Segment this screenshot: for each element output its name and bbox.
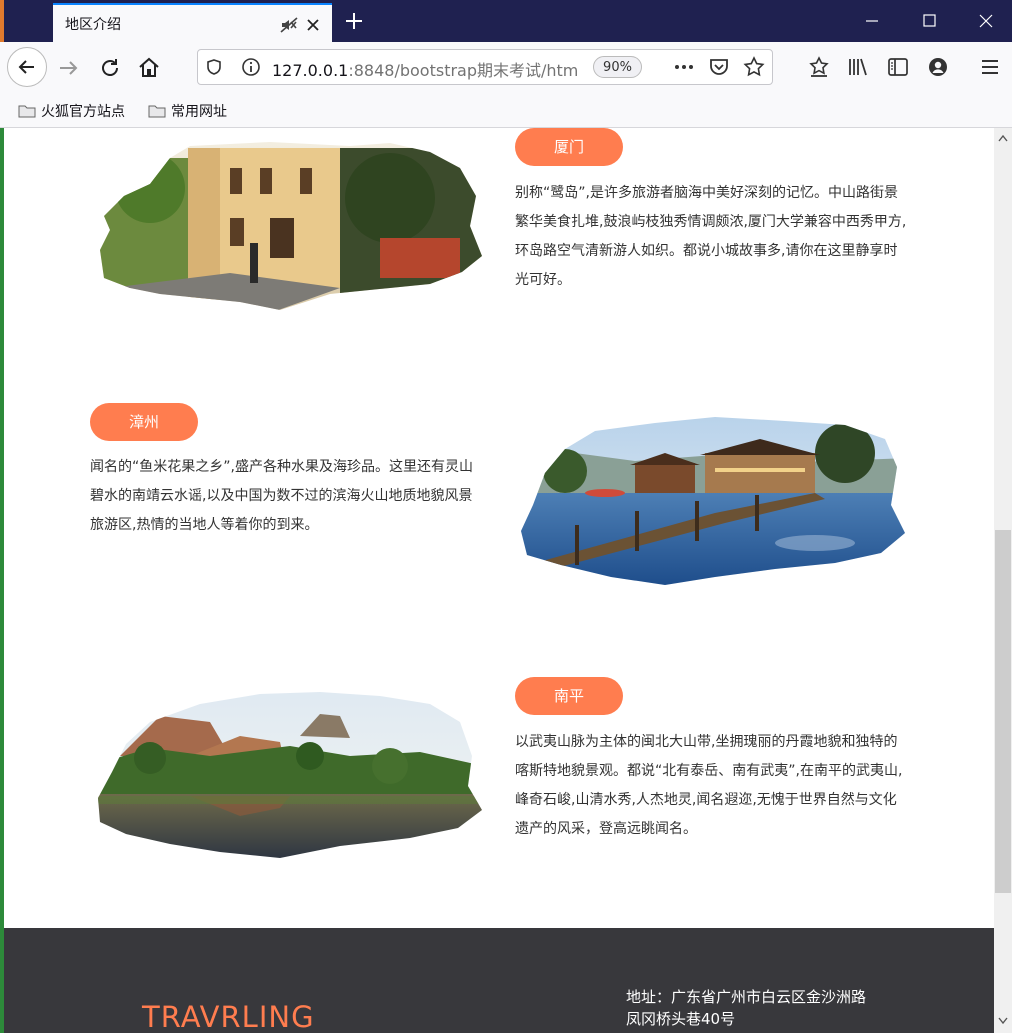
library-icon[interactable] bbox=[846, 55, 870, 79]
bookmarks-toolbar: 火狐官方站点 常用网址 bbox=[0, 94, 1012, 128]
reload-icon[interactable] bbox=[97, 55, 123, 81]
menu-icon[interactable] bbox=[978, 55, 1002, 79]
city-description-zhangzhou: 闻名的“鱼米花果之乡”,盛产各种水果及海珍品。这里还有灵山碧水的南靖云水谣,以及… bbox=[90, 459, 473, 533]
tab-title: 地区介绍 bbox=[65, 17, 121, 33]
nanping-photo bbox=[98, 692, 482, 858]
city-description-nanping: 以武夷山脉为主体的闽北大山带,坐拥瑰丽的丹霞地貌和独特的喀斯特地貌景观。都说“北… bbox=[515, 734, 903, 837]
url-host: 127.0.0.1 bbox=[272, 61, 349, 80]
maximize-window-icon[interactable] bbox=[915, 8, 943, 34]
browser-tab-bar: 地区介绍 bbox=[0, 0, 1012, 42]
scroll-down-icon[interactable] bbox=[998, 1017, 1008, 1025]
new-tab-icon[interactable] bbox=[342, 9, 366, 33]
forward-arrow-icon[interactable] bbox=[56, 55, 82, 81]
zoom-level-badge[interactable]: 90% bbox=[593, 56, 642, 78]
bookmark-label: 常用网址 bbox=[171, 104, 227, 120]
url-path: :8848/bootstrap期末考试/htm bbox=[348, 61, 579, 80]
browser-tab[interactable]: 地区介绍 bbox=[53, 3, 332, 42]
zhangzhou-photo bbox=[521, 417, 905, 585]
sidebar-icon[interactable] bbox=[886, 55, 910, 79]
page-actions-icon[interactable] bbox=[672, 56, 696, 78]
page-content: 厦门 别称“鹭岛”,是许多旅游者脑海中美好深刻的记忆。中山路街景繁华美食扎堆,鼓… bbox=[4, 128, 994, 928]
close-window-icon[interactable] bbox=[972, 8, 1000, 34]
bookmark-firefox-official[interactable]: 火狐官方站点 bbox=[18, 101, 125, 121]
bookmark-label: 火狐官方站点 bbox=[41, 104, 125, 120]
bookmarks-menu-icon[interactable] bbox=[807, 55, 831, 79]
page-footer: TRAVRLING 地址：广东省广州市白云区金沙洲路凤冈桥头巷40号 bbox=[4, 928, 994, 1034]
footer-brand: TRAVRLING bbox=[142, 1000, 315, 1034]
folder-icon bbox=[148, 105, 166, 118]
scroll-up-icon[interactable] bbox=[998, 134, 1008, 142]
bookmark-common-sites[interactable]: 常用网址 bbox=[148, 101, 227, 121]
city-tag-zhangzhou[interactable]: 漳州 bbox=[90, 403, 198, 441]
footer-address: 地址：广东省广州市白云区金沙洲路凤冈桥头巷40号 bbox=[626, 988, 867, 1028]
home-icon[interactable] bbox=[136, 55, 162, 81]
account-icon[interactable] bbox=[926, 55, 950, 79]
bookmark-star-icon[interactable] bbox=[742, 55, 766, 79]
scrollbar-thumb[interactable] bbox=[995, 530, 1011, 893]
site-info-icon[interactable] bbox=[241, 57, 261, 77]
city-tag-xiamen[interactable]: 厦门 bbox=[515, 128, 623, 166]
pocket-icon[interactable] bbox=[707, 55, 731, 79]
url-text[interactable]: 127.0.0.1:8848/bootstrap期末考试/htm bbox=[272, 57, 580, 81]
xiamen-photo bbox=[100, 142, 482, 310]
back-arrow-icon bbox=[18, 60, 34, 74]
mute-tab-icon[interactable] bbox=[279, 15, 299, 35]
city-tag-nanping[interactable]: 南平 bbox=[515, 677, 623, 715]
minimize-window-icon[interactable] bbox=[858, 8, 886, 34]
shield-icon[interactable] bbox=[205, 58, 223, 76]
folder-icon bbox=[18, 105, 36, 118]
close-tab-icon[interactable] bbox=[303, 15, 323, 35]
city-description-xiamen: 别称“鹭岛”,是许多旅游者脑海中美好深刻的记忆。中山路街景繁华美食扎堆,鼓浪屿枝… bbox=[515, 185, 907, 288]
back-button[interactable] bbox=[7, 47, 47, 87]
